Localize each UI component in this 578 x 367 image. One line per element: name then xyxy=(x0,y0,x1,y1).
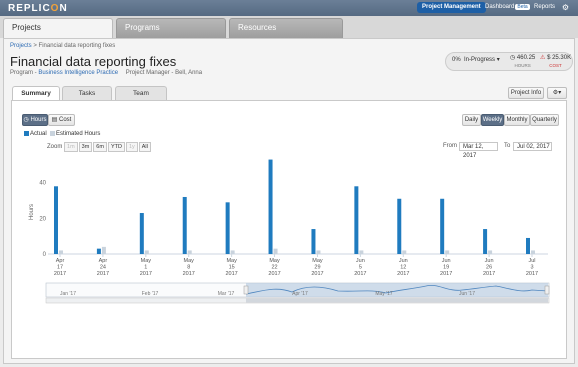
nav-reports[interactable]: Reports xyxy=(534,2,555,13)
period-monthly[interactable]: Monthly xyxy=(504,114,530,126)
clock-icon: ◷ xyxy=(510,55,516,61)
project-manager: Project Manager - Bell, Anna xyxy=(125,70,203,76)
period-weekly[interactable]: Weekly xyxy=(481,114,504,126)
to-date-input[interactable]: Jul 02, 2017 xyxy=(513,142,552,151)
clock-icon: ◷ xyxy=(23,117,29,123)
hours-toggle[interactable]: ◷ Hours xyxy=(22,114,48,126)
breadcrumb: Projects > Financial data reporting fixe… xyxy=(10,43,116,49)
to-label: To xyxy=(504,143,511,149)
gear-icon: ⚙ xyxy=(552,90,559,96)
status-summary: 0% In-Progress ▾ ◷ 460.25 HOURS ⚠ $ 25.30… xyxy=(445,52,573,71)
tab-programs[interactable]: Programs xyxy=(116,18,226,38)
zoom-3m[interactable]: 3m xyxy=(78,142,93,152)
nav-dashboard[interactable]: Dashboard Beta xyxy=(485,2,530,13)
summary-panel xyxy=(11,100,567,359)
tab-resources[interactable]: Resources xyxy=(229,18,343,38)
subtab-team[interactable]: Team xyxy=(115,86,167,100)
legend-estimated-swatch[interactable] xyxy=(50,131,56,136)
gear-icon[interactable]: ⚙ xyxy=(561,3,570,12)
from-label: From xyxy=(443,143,457,149)
top-bar: REPLICON Project Management Dashboard Bet… xyxy=(0,0,578,16)
breadcrumb-projects-link[interactable]: Projects xyxy=(10,43,32,49)
zoom-1m[interactable]: 1m xyxy=(64,142,78,152)
page-title: Financial data reporting fixes xyxy=(10,54,177,69)
zoom-all[interactable]: All xyxy=(138,142,151,152)
nav-project-management[interactable]: Project Management xyxy=(417,2,486,13)
hours-metric: ◷ 460.25 HOURS xyxy=(510,55,536,68)
cost-toggle[interactable]: ▤ Cost xyxy=(48,114,75,126)
cost-metric: ⚠ $ 25.30K COST xyxy=(540,55,572,68)
project-info-button[interactable]: Project Info xyxy=(508,87,544,99)
breadcrumb-current: Financial data reporting fixes xyxy=(38,43,116,49)
period-quarterly[interactable]: Quarterly xyxy=(530,114,559,126)
settings-dropdown-button[interactable]: ⚙▾ xyxy=(547,87,567,99)
beta-badge: Beta xyxy=(515,4,530,10)
zoom-1y[interactable]: 1y xyxy=(125,142,138,152)
tab-projects[interactable]: Projects xyxy=(3,18,113,38)
period-daily[interactable]: Daily xyxy=(462,114,481,126)
status-dropdown[interactable]: 0% In-Progress ▾ xyxy=(452,56,500,63)
program-link[interactable]: Business Intelligence Practice xyxy=(38,70,118,76)
zoom-6m[interactable]: 6m xyxy=(93,142,107,152)
replicon-logo[interactable]: REPLICON xyxy=(8,3,68,14)
zoom-controls: Zoom 1m 3m 6m YTD 1y All xyxy=(47,142,152,152)
zoom-ytd[interactable]: YTD xyxy=(107,142,125,152)
project-subline: Program - Business Intelligence Practice… xyxy=(10,70,203,76)
from-date-input[interactable]: Mar 12, 2017 xyxy=(459,142,498,159)
legend-actual-swatch[interactable] xyxy=(24,131,29,136)
money-icon: ▤ xyxy=(51,117,58,123)
money-bag-icon: ⚠ xyxy=(540,55,546,61)
main-tab-strip: Projects Programs Resources xyxy=(0,16,578,38)
subtab-tasks[interactable]: Tasks xyxy=(62,86,112,100)
chart-legend: Actual Estimated Hours xyxy=(24,131,100,137)
subtab-summary[interactable]: Summary xyxy=(12,86,60,101)
